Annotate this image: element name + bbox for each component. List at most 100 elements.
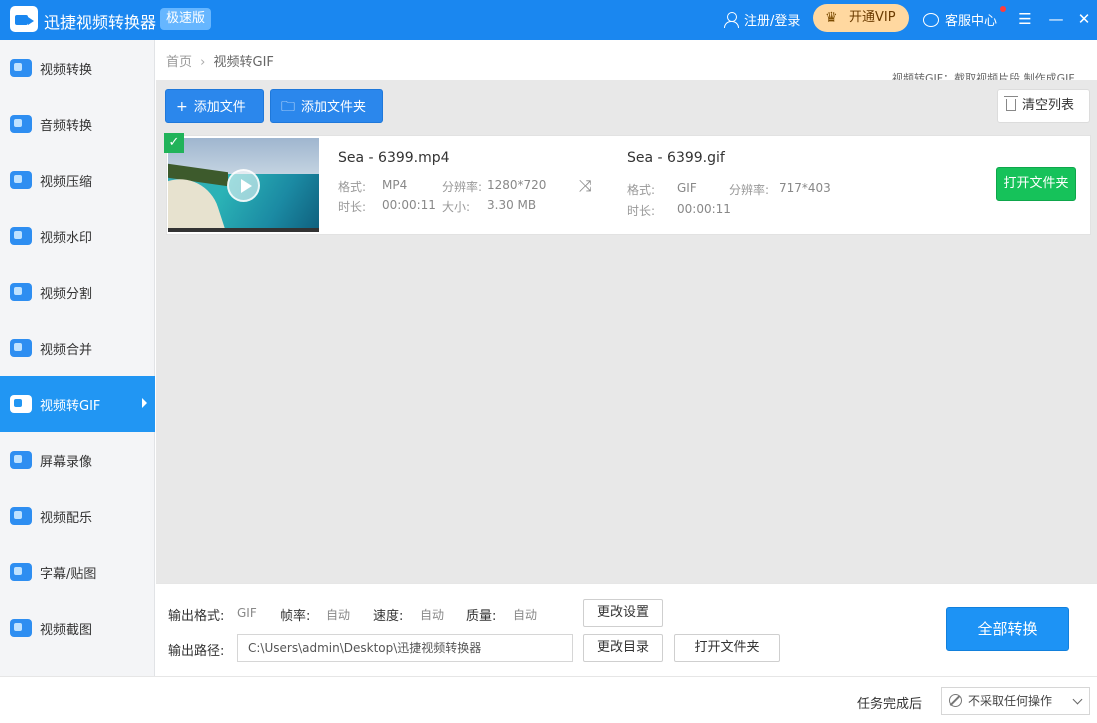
sidebar-item-label: 视频分割 bbox=[40, 286, 93, 302]
sidebar-item-video-split[interactable]: 视频分割 bbox=[0, 264, 155, 320]
sidebar-item-label: 视频配乐 bbox=[40, 510, 93, 526]
video-watermark-icon bbox=[10, 227, 32, 245]
sidebar-item-video-gif[interactable]: 视频转GIF bbox=[0, 376, 155, 432]
sidebar-item-subtitle-sticker[interactable]: 字幕/贴图 bbox=[0, 544, 155, 600]
output-resolution-value: 717*403 bbox=[779, 181, 831, 195]
sidebar-item-label: 视频转GIF bbox=[40, 398, 101, 414]
app-title: 迅捷视频转换器 bbox=[44, 13, 157, 32]
source-resolution-label: 分辨率: bbox=[442, 180, 483, 194]
ban-icon bbox=[949, 694, 962, 707]
add-file-label: 添加文件 bbox=[193, 100, 246, 115]
convert-all-button[interactable]: 全部转换 bbox=[946, 607, 1069, 651]
title-bar: 迅捷视频转换器 极速版 注册/登录 ♛ 开通VIP 客服中心 ☰ — ✕ bbox=[0, 0, 1097, 40]
video-thumbnail[interactable] bbox=[168, 138, 319, 232]
thumbnail-bar bbox=[168, 228, 319, 232]
sidebar-item-video-merge[interactable]: 视频合并 bbox=[0, 320, 155, 376]
output-format-value: GIF bbox=[237, 606, 257, 620]
breadcrumb-current: 视频转GIF bbox=[213, 55, 274, 70]
login-link[interactable]: 注册/登录 bbox=[724, 10, 800, 29]
after-task-label: 任务完成后 bbox=[857, 697, 923, 712]
fps-label: 帧率: bbox=[280, 609, 311, 624]
open-output-folder-button[interactable]: 打开文件夹 bbox=[674, 634, 780, 662]
feature-hint: 视频转GIF：截取视频片段 制作成GIF bbox=[892, 72, 1075, 80]
video-convert-icon bbox=[10, 59, 32, 77]
checkbox-checked-icon[interactable]: ✓ bbox=[164, 133, 184, 153]
menu-icon[interactable]: ☰ bbox=[1014, 8, 1036, 30]
source-format-label: 格式: bbox=[338, 180, 367, 194]
source-format-value: MP4 bbox=[382, 178, 408, 192]
crown-icon: ♛ bbox=[825, 10, 838, 26]
sidebar-item-video-watermark[interactable]: 视频水印 bbox=[0, 208, 155, 264]
video-screenshot-icon bbox=[10, 619, 32, 637]
vip-label: 开通VIP bbox=[849, 10, 896, 25]
close-icon[interactable]: ✕ bbox=[1073, 8, 1095, 30]
video-merge-icon bbox=[10, 339, 32, 357]
clear-list-label: 清空列表 bbox=[1022, 98, 1075, 113]
shuffle-icon: ⤨ bbox=[579, 176, 592, 195]
after-task-value: 不采取任何操作 bbox=[968, 694, 1053, 708]
fps-value: 自动 bbox=[326, 608, 351, 622]
change-settings-button[interactable]: 更改设置 bbox=[583, 599, 663, 627]
open-folder-button[interactable]: 打开文件夹 bbox=[996, 167, 1076, 201]
edition-badge: 极速版 bbox=[160, 8, 212, 30]
sidebar-item-screen-record[interactable]: 屏幕录像 bbox=[0, 432, 155, 488]
status-bar: 任务完成后 不采取任何操作 bbox=[0, 676, 1097, 723]
source-size-label: 大小: bbox=[442, 200, 471, 214]
quality-value: 自动 bbox=[513, 608, 538, 622]
active-arrow-icon bbox=[142, 398, 147, 408]
notification-dot bbox=[1000, 6, 1006, 12]
add-folder-button[interactable]: 🗀 添加文件夹 bbox=[270, 89, 383, 123]
output-format-label: 输出格式: bbox=[168, 609, 225, 624]
play-icon[interactable] bbox=[227, 169, 260, 202]
clear-list-button[interactable]: 清空列表 bbox=[997, 89, 1090, 123]
sidebar-item-label: 屏幕录像 bbox=[40, 454, 93, 470]
output-format-value: GIF bbox=[677, 181, 697, 195]
sidebar-item-video-music[interactable]: 视频配乐 bbox=[0, 488, 155, 544]
output-duration-label: 时长: bbox=[627, 204, 656, 218]
add-file-button[interactable]: + 添加文件 bbox=[165, 89, 264, 123]
video-compress-icon bbox=[10, 171, 32, 189]
output-file-name: Sea - 6399.gif bbox=[627, 150, 725, 166]
minimize-icon[interactable]: — bbox=[1045, 8, 1067, 30]
sidebar-item-label: 视频合并 bbox=[40, 342, 93, 358]
chevron-down-icon bbox=[1072, 694, 1083, 705]
sidebar-item-label: 音频转换 bbox=[40, 118, 93, 134]
sidebar-item-video-compress[interactable]: 视频压缩 bbox=[0, 152, 155, 208]
breadcrumb-home[interactable]: 首页 bbox=[166, 55, 192, 70]
output-format-label: 格式: bbox=[627, 183, 656, 197]
source-file-name: Sea - 6399.mp4 bbox=[338, 150, 450, 166]
after-task-select[interactable]: 不采取任何操作 bbox=[941, 687, 1090, 715]
speed-value: 自动 bbox=[420, 608, 445, 622]
breadcrumb: 首页 › 视频转GIF bbox=[166, 51, 274, 70]
trash-icon bbox=[1004, 96, 1018, 111]
sidebar-item-label: 视频转换 bbox=[40, 62, 93, 78]
screen-record-icon bbox=[10, 451, 32, 469]
output-settings-bar: 输出格式: GIF 帧率: 自动 速度: 自动 质量: 自动 更改设置 输出路径… bbox=[156, 583, 1097, 676]
folder-icon: 🗀 bbox=[281, 99, 295, 115]
video-music-icon bbox=[10, 507, 32, 525]
breadcrumb-separator-icon: › bbox=[200, 55, 206, 70]
source-size-value: 3.30 MB bbox=[487, 198, 537, 212]
output-resolution-label: 分辨率: bbox=[729, 183, 770, 197]
sidebar: 视频转换 音频转换 视频压缩 视频水印 视频分割 视频合并 视频转GIF 屏幕录… bbox=[0, 40, 155, 676]
customer-service-link[interactable]: 客服中心 bbox=[923, 10, 997, 29]
sidebar-item-label: 视频截图 bbox=[40, 622, 93, 638]
source-resolution-value: 1280*720 bbox=[487, 178, 547, 192]
sidebar-item-video-convert[interactable]: 视频转换 bbox=[0, 40, 155, 96]
output-duration-value: 00:00:11 bbox=[677, 202, 731, 216]
change-directory-button[interactable]: 更改目录 bbox=[583, 634, 663, 662]
sidebar-item-audio-convert[interactable]: 音频转换 bbox=[0, 96, 155, 152]
sidebar-item-label: 视频水印 bbox=[40, 230, 93, 246]
sidebar-item-video-screenshot[interactable]: 视频截图 bbox=[0, 600, 155, 656]
vip-button[interactable]: ♛ 开通VIP bbox=[813, 4, 909, 32]
video-split-icon bbox=[10, 283, 32, 301]
app-logo-icon bbox=[10, 6, 38, 32]
output-path-field[interactable]: C:\Users\admin\Desktop\迅捷视频转换器 bbox=[237, 634, 573, 662]
video-gif-icon bbox=[10, 395, 32, 413]
source-duration-value: 00:00:11 bbox=[382, 198, 436, 212]
audio-convert-icon bbox=[10, 115, 32, 133]
file-row[interactable]: ✓ Sea - 6399.mp4 格式: MP4 分辨率: 1280*720 时… bbox=[164, 133, 1091, 235]
subtitle-sticker-icon bbox=[10, 563, 32, 581]
sidebar-item-label: 视频压缩 bbox=[40, 174, 93, 190]
user-icon bbox=[724, 11, 739, 28]
